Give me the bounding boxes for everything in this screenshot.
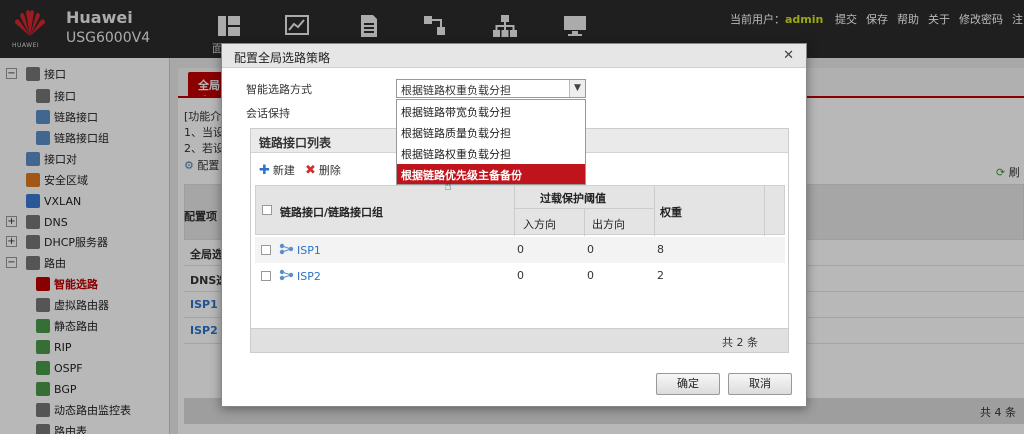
col-name-header: 链路接口/链路接口组: [280, 206, 384, 219]
table-row[interactable]: ISP1 0 0 8: [255, 237, 785, 263]
cancel-button[interactable]: 取消: [728, 373, 792, 395]
col-threshold-header: 过载保护阈值: [540, 192, 606, 205]
delete-icon: ✖: [305, 162, 316, 178]
list-total-count: 共 2 条: [722, 336, 758, 349]
col-divider: [764, 186, 765, 236]
option-bandwidth[interactable]: 根据链路带宽负载分担: [397, 101, 585, 121]
route-policy-dialog: 配置全局选路策略 ✕ 智能选路方式 根据链路权重负载分担 ▼ 会话保持 根据链路…: [221, 43, 807, 407]
close-icon[interactable]: ✕: [783, 48, 794, 63]
option-priority[interactable]: 根据链路优先级主备备份: [397, 164, 585, 184]
list-table-header: 链路接口/链路接口组 过载保护阈值 入方向 出方向 权重: [255, 185, 785, 236]
col-weight-header: 权重: [660, 206, 682, 219]
table-row[interactable]: ISP2 0 0 2: [255, 263, 785, 289]
delete-button[interactable]: ✖ 删除: [305, 162, 341, 178]
row-in-value: 0: [517, 269, 524, 282]
isp1-link[interactable]: ISP1: [297, 244, 321, 257]
row-checkbox[interactable]: [261, 245, 271, 255]
option-quality[interactable]: 根据链路质量负载分担: [397, 122, 585, 142]
col-divider: [584, 208, 585, 236]
isp2-link[interactable]: ISP2: [297, 270, 321, 283]
row-out-value: 0: [587, 243, 594, 256]
link-interface-icon: [279, 243, 294, 255]
row-checkbox[interactable]: [261, 271, 271, 281]
select-all-checkbox[interactable]: [262, 205, 272, 215]
route-mode-dropdown: 根据链路带宽负载分担 根据链路质量负载分担 根据链路权重负载分担 根据链路优先级…: [396, 99, 586, 185]
row-in-value: 0: [517, 243, 524, 256]
session-label: 会话保持: [246, 107, 290, 120]
new-button[interactable]: ✚ 新建: [259, 162, 295, 178]
col-in-header: 入方向: [523, 218, 556, 231]
col-divider: [514, 186, 515, 236]
link-interface-icon: [279, 269, 294, 281]
dialog-title: 配置全局选路策略: [222, 44, 806, 68]
row-weight-value: 2: [657, 269, 664, 282]
row-out-value: 0: [587, 269, 594, 282]
row-weight-value: 8: [657, 243, 664, 256]
col-out-header: 出方向: [592, 218, 625, 231]
hand-cursor-icon: ☝: [444, 179, 452, 194]
mode-label: 智能选路方式: [246, 83, 312, 96]
chevron-down-icon[interactable]: ▼: [569, 80, 585, 97]
list-footer: 共 2 条: [251, 328, 788, 352]
plus-icon: ✚: [259, 162, 270, 178]
option-weight[interactable]: 根据链路权重负载分担: [397, 143, 585, 163]
route-mode-select[interactable]: 根据链路权重负载分担 ▼: [396, 79, 586, 98]
ok-button[interactable]: 确定: [656, 373, 720, 395]
col-divider: [654, 186, 655, 236]
